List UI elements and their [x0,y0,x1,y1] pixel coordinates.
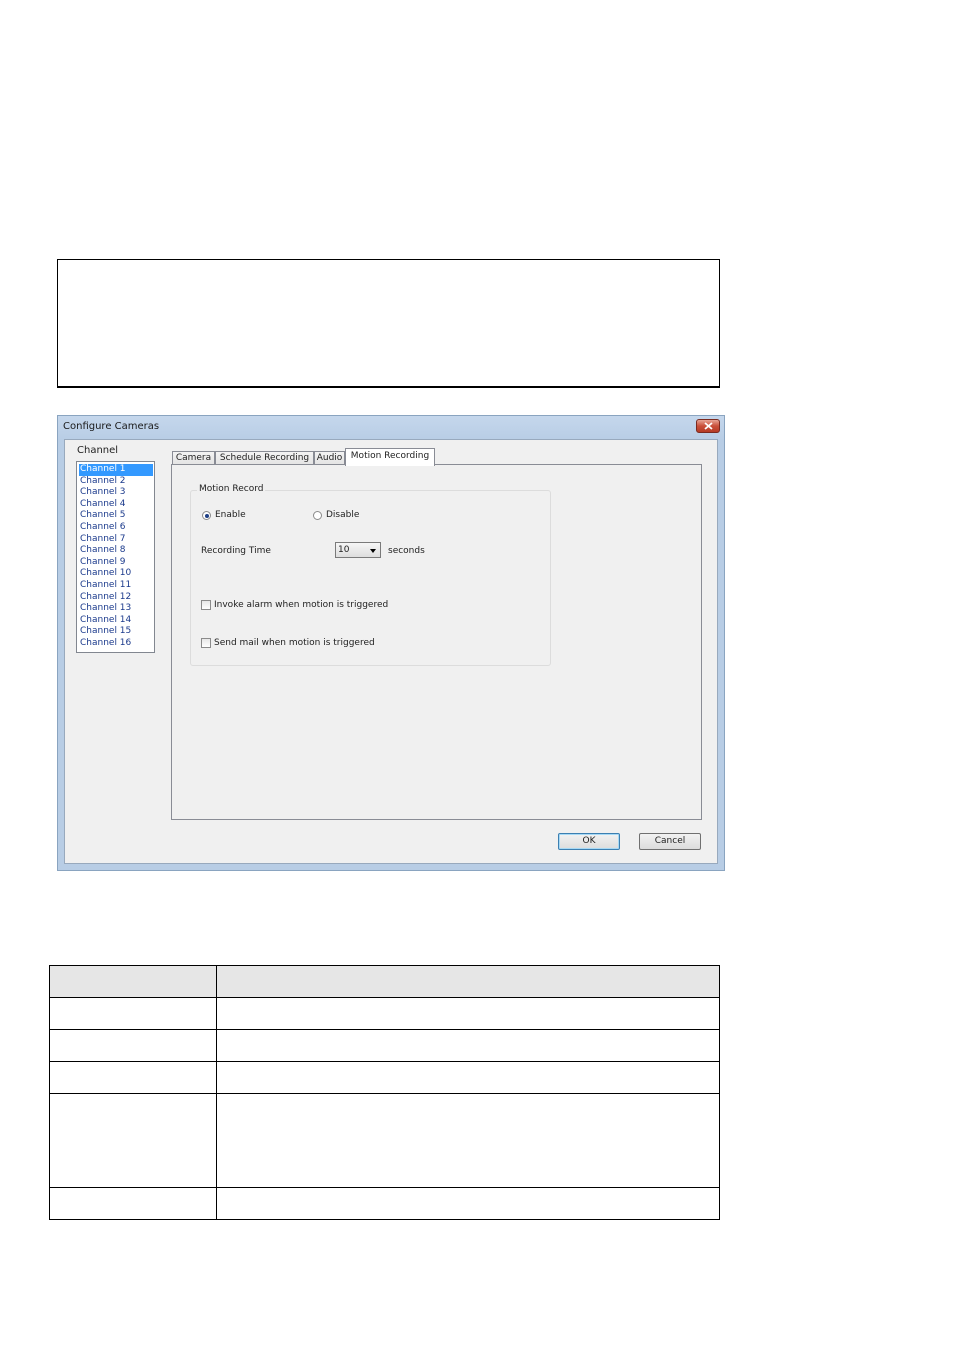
cancel-button[interactable]: Cancel [639,833,701,850]
recording-time-select[interactable]: 10 [335,542,381,558]
channel-item[interactable]: Channel 11 [79,580,153,592]
note-box [57,259,720,388]
dialog-body: Channel Channel 1 Channel 2 Channel 3 Ch… [64,439,718,864]
channel-item[interactable]: Channel 14 [79,615,153,627]
channel-item[interactable]: Channel 9 [79,557,153,569]
enable-label: Enable [215,510,246,520]
channel-label: Channel [77,445,119,456]
disable-label: Disable [326,510,360,520]
channel-item[interactable]: Channel 6 [79,522,153,534]
channel-item[interactable]: Channel 12 [79,592,153,604]
table-cell [49,1093,217,1188]
recording-time-label: Recording Time [201,546,271,556]
enable-radio[interactable] [202,511,211,520]
channel-item[interactable]: Channel 1 [79,464,153,476]
table-cell [216,1093,720,1188]
channel-item[interactable]: Channel 13 [79,603,153,615]
table-cell [49,997,217,1030]
table-header-row [49,965,720,998]
table-header-cell [49,965,217,998]
send-mail-checkbox[interactable] [201,638,211,648]
configure-cameras-dialog: Configure Cameras Channel Channel 1 Chan… [57,415,725,871]
motion-record-group: Motion Record Enable Disable Recording T… [190,484,551,666]
channel-item[interactable]: Channel 10 [79,568,153,580]
disable-radio[interactable] [313,511,322,520]
tab-camera[interactable]: Camera [172,451,215,465]
channel-item[interactable]: Channel 15 [79,626,153,638]
table-row [49,997,720,1030]
tab-motion-recording[interactable]: Motion Recording [345,448,435,466]
seconds-label: seconds [388,546,425,556]
channel-item[interactable]: Channel 3 [79,487,153,499]
title-bar: Configure Cameras [58,416,724,439]
table-row [49,1093,720,1188]
channel-item[interactable]: Channel 8 [79,545,153,557]
table-row [49,1187,720,1220]
table-cell [49,1061,217,1094]
table-row [49,1061,720,1094]
ok-button[interactable]: OK [558,833,620,850]
channel-list[interactable]: Channel 1 Channel 2 Channel 3 Channel 4 … [76,461,155,653]
description-table [49,965,720,1220]
group-title: Motion Record [197,484,266,494]
motion-recording-panel: Motion Record Enable Disable Recording T… [171,464,702,820]
table-row [49,1029,720,1062]
table-cell [216,1029,720,1062]
send-mail-label: Send mail when motion is triggered [214,638,375,648]
table-cell [49,1029,217,1062]
table-header-cell [216,965,720,998]
table-cell [216,997,720,1030]
channel-item[interactable]: Channel 16 [79,638,153,650]
close-icon [703,422,713,430]
channel-item[interactable]: Channel 5 [79,510,153,522]
table-cell [49,1187,217,1220]
invoke-alarm-checkbox[interactable] [201,600,211,610]
tab-schedule-recording[interactable]: Schedule Recording [215,451,314,465]
table-cell [216,1187,720,1220]
tab-audio[interactable]: Audio [314,451,345,465]
channel-item[interactable]: Channel 4 [79,499,153,511]
close-button[interactable] [696,419,720,433]
invoke-alarm-label: Invoke alarm when motion is triggered [214,600,389,610]
table-cell [216,1061,720,1094]
recording-time-value: 10 [338,545,350,555]
channel-item[interactable]: Channel 7 [79,534,153,546]
chevron-down-icon [370,549,376,553]
dialog-title: Configure Cameras [63,421,160,432]
channel-item[interactable]: Channel 2 [79,476,153,488]
